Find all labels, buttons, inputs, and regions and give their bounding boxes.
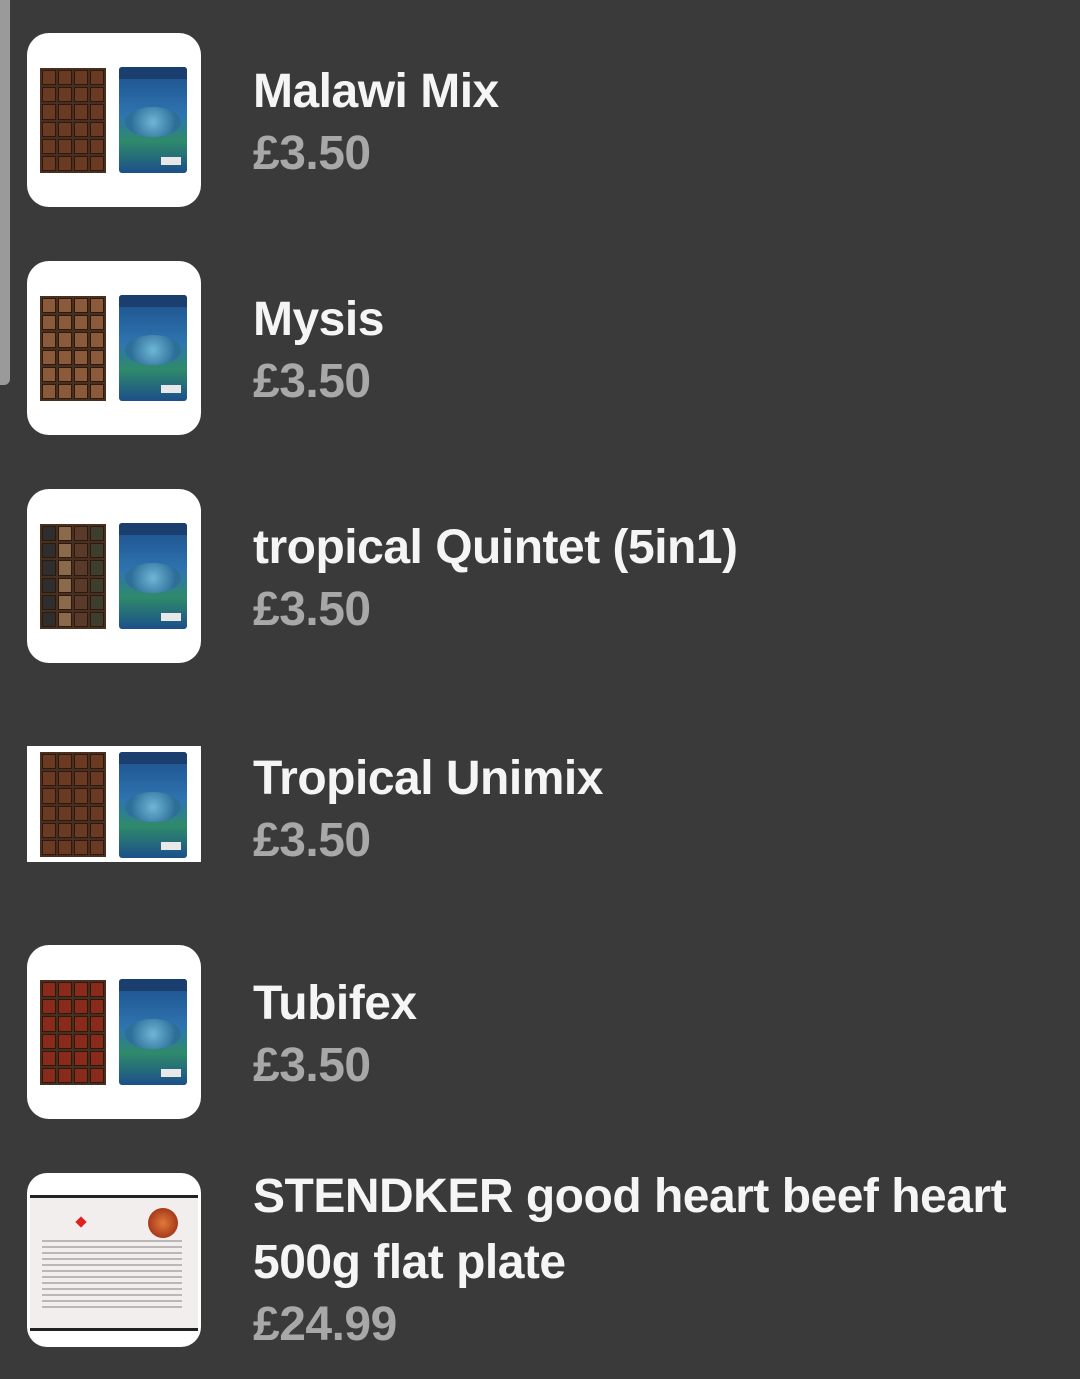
stendker-beef-heart-pack-image bbox=[27, 1173, 201, 1347]
product-price: £3.50 bbox=[253, 583, 371, 636]
beef-heart-pack-icon bbox=[30, 1195, 198, 1331]
product-item-malawi-mix[interactable]: Malawi Mix £3.50 bbox=[0, 33, 1080, 207]
tubifex-pack-image bbox=[27, 945, 201, 1119]
frozen-cube-tray-icon bbox=[40, 980, 106, 1085]
mysis-pack-image bbox=[27, 261, 201, 435]
product-item-tubifex[interactable]: Tubifex £3.50 bbox=[0, 945, 1080, 1119]
frozen-cube-tray-icon bbox=[40, 296, 106, 401]
fish-food-box-icon bbox=[119, 523, 187, 629]
fish-food-box-icon bbox=[119, 295, 187, 401]
product-item-mysis[interactable]: Mysis £3.50 bbox=[0, 261, 1080, 435]
frozen-cube-tray-icon bbox=[40, 524, 106, 629]
heart-icon bbox=[75, 1216, 87, 1228]
fish-food-box-icon bbox=[119, 979, 187, 1085]
product-name: tropical Quintet (5in1) bbox=[253, 521, 738, 574]
product-price: £3.50 bbox=[253, 127, 371, 180]
product-price: £24.99 bbox=[253, 1298, 397, 1351]
product-name: STENDKER good heart beef heart 500g flat… bbox=[253, 1170, 1007, 1289]
product-list: Malawi Mix £3.50 Mysis £3.50 tropical Qu… bbox=[0, 0, 1080, 1379]
product-price: £3.50 bbox=[253, 1039, 371, 1092]
product-price: £3.50 bbox=[253, 814, 371, 867]
fish-food-box-icon bbox=[119, 752, 187, 858]
discus-fish-icon bbox=[148, 1208, 178, 1238]
product-item-stendker-beef-heart[interactable]: STENDKER good heart beef heart 500g flat… bbox=[0, 1163, 1080, 1363]
tropical-unimix-pack-image bbox=[27, 746, 201, 862]
product-name: Mysis bbox=[253, 293, 384, 346]
product-price: £3.50 bbox=[253, 355, 371, 408]
fish-food-box-icon bbox=[119, 67, 187, 173]
frozen-cube-tray-icon bbox=[40, 752, 106, 857]
product-name: Malawi Mix bbox=[253, 65, 499, 118]
product-item-tropical-quintet[interactable]: tropical Quintet (5in1) £3.50 bbox=[0, 489, 1080, 663]
frozen-cube-tray-icon bbox=[40, 68, 106, 173]
tropical-quintet-pack-image bbox=[27, 489, 201, 663]
product-name: Tropical Unimix bbox=[253, 752, 603, 805]
malawi-mix-pack-image bbox=[27, 33, 201, 207]
product-item-tropical-unimix[interactable]: Tropical Unimix £3.50 bbox=[0, 746, 1080, 867]
product-name: Tubifex bbox=[253, 977, 417, 1030]
